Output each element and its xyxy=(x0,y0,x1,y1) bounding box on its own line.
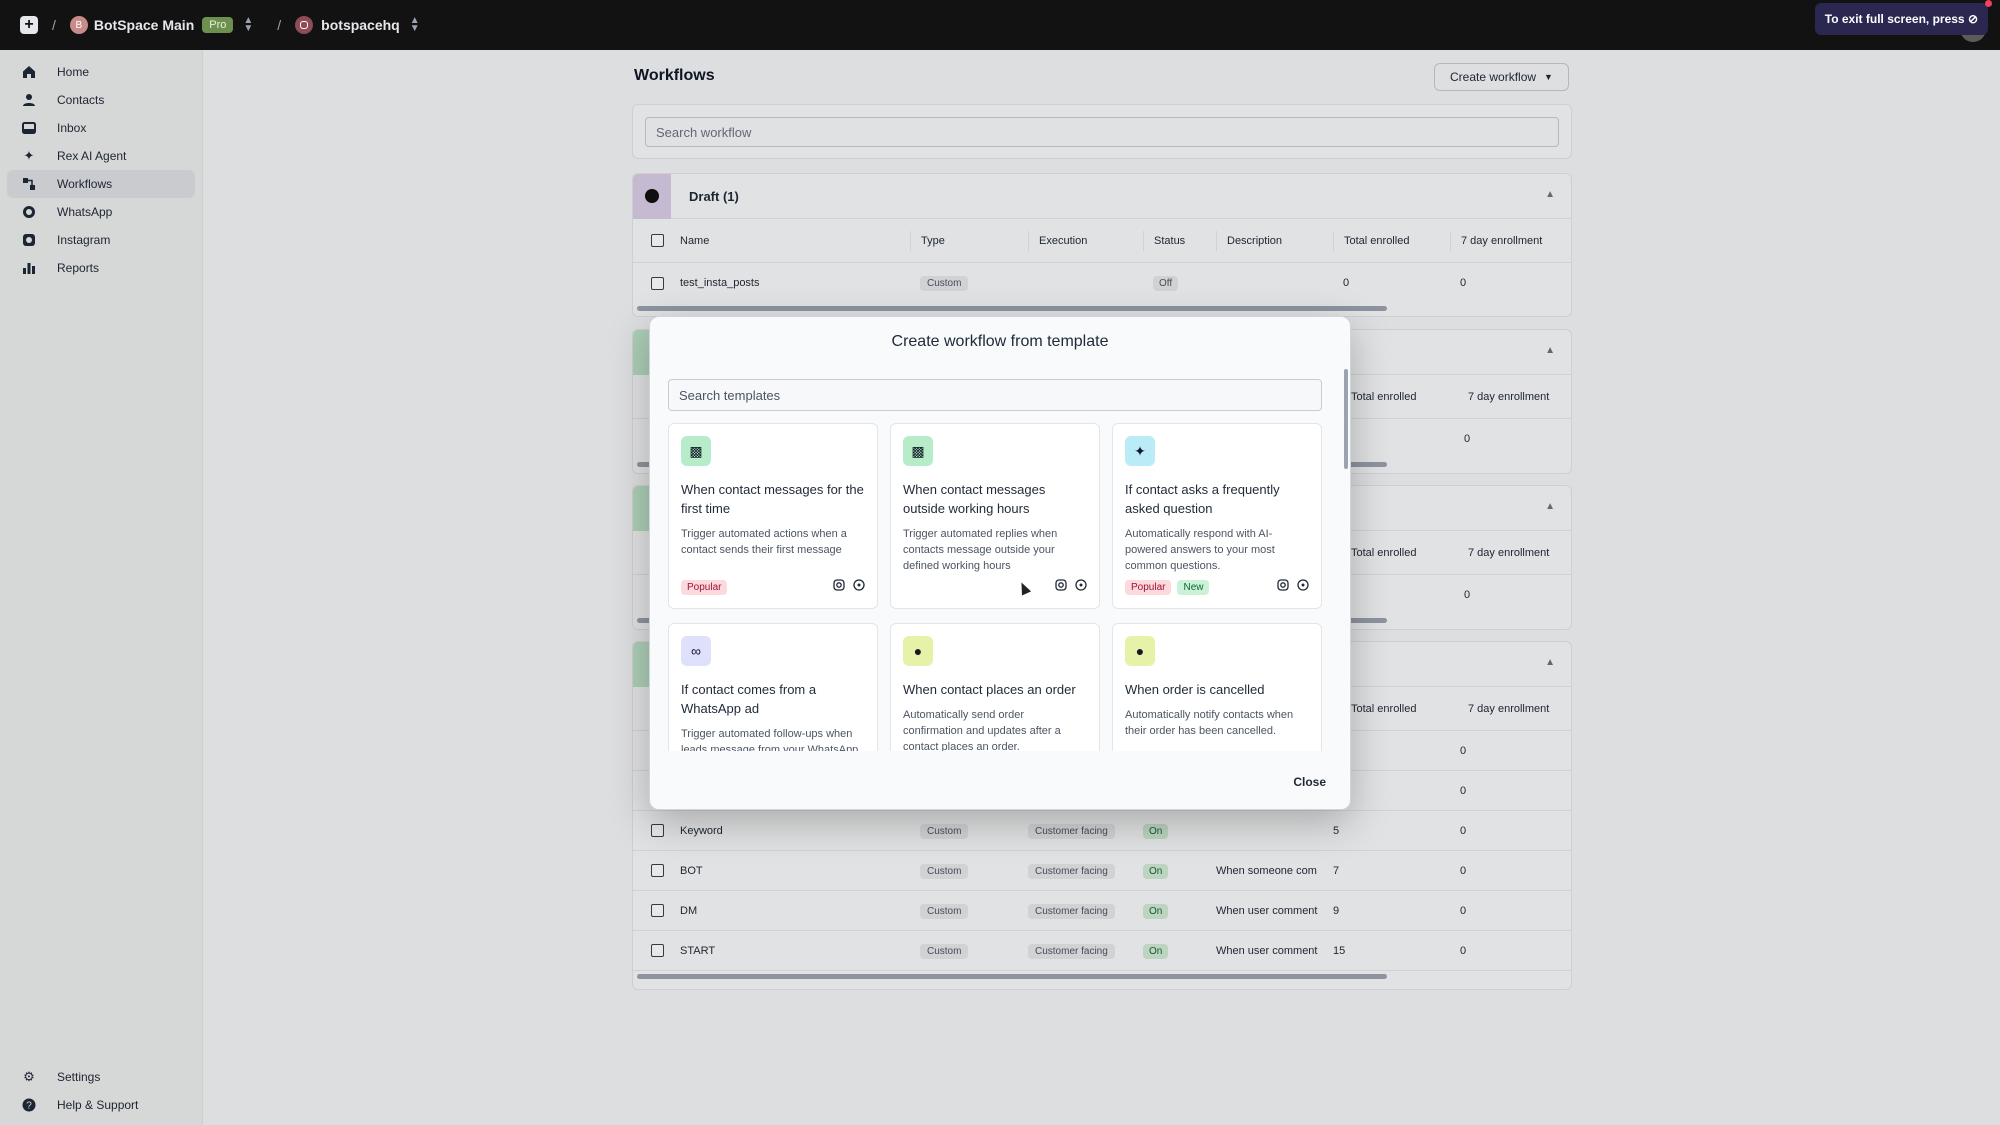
template-badge: Popular xyxy=(681,579,728,595)
template-title: When contact messages outside working ho… xyxy=(903,482,1046,516)
template-title: If contact asks a frequently asked quest… xyxy=(1125,482,1280,516)
whatsapp-icon xyxy=(1075,578,1087,596)
template-title: If contact comes from a WhatsApp ad xyxy=(681,682,817,716)
template-card[interactable]: ▩ When contact messages outside working h… xyxy=(890,423,1100,609)
template-card[interactable]: ∞ If contact comes from a WhatsApp ad Trig… xyxy=(668,623,878,751)
template-footer: Popular New xyxy=(1125,578,1309,596)
sparkle-icon: ✦ xyxy=(1125,436,1155,466)
template-card[interactable]: ● When contact places an order Automatical… xyxy=(890,623,1100,751)
template-card[interactable]: ▩ When contact messages for the first tim… xyxy=(668,423,878,609)
template-badge: Popular xyxy=(1125,579,1172,595)
template-grid: ▩ When contact messages for the first tim… xyxy=(668,423,1328,751)
instagram-account-avatar xyxy=(295,16,314,34)
shopify-icon: ● xyxy=(1125,636,1155,666)
channel-name[interactable]: botspacehq xyxy=(321,17,400,33)
template-description: Automatically send order confirmation an… xyxy=(903,709,1061,751)
notification-dot xyxy=(1985,0,1992,7)
instagram-icon xyxy=(1277,578,1289,596)
shopify-icon: ● xyxy=(903,636,933,666)
escape-key-icon: ⊘ xyxy=(1967,12,1978,26)
workspace-name[interactable]: BotSpace Main xyxy=(94,17,194,33)
workspace-switcher-icon[interactable]: ▲ ▼ xyxy=(243,16,253,34)
workspace-avatar: B xyxy=(69,16,88,34)
vertical-scrollbar[interactable] xyxy=(1344,369,1348,469)
template-badge: New xyxy=(1177,579,1210,595)
template-description: Trigger automated actions when a contact… xyxy=(681,528,847,556)
template-footer xyxy=(903,578,1087,596)
whatsapp-icon xyxy=(1297,578,1309,596)
template-title: When contact places an order xyxy=(903,682,1076,697)
breadcrumb-separator: / xyxy=(52,17,56,33)
template-card[interactable]: ● When order is cancelled Automatically no… xyxy=(1112,623,1322,751)
template-description: Automatically respond with AI-powered an… xyxy=(1125,528,1275,572)
top-bar: + / B BotSpace Main Pro ▲ ▼ / botspacehq … xyxy=(0,0,2000,50)
instagram-icon xyxy=(833,578,845,596)
fullscreen-hint-text: To exit full screen, press xyxy=(1824,12,1965,26)
close-button[interactable]: Close xyxy=(1293,775,1326,789)
template-modal: Create workflow from template Search tem… xyxy=(649,316,1351,810)
template-footer: Popular xyxy=(681,578,865,596)
meta-icon: ∞ xyxy=(681,636,711,666)
breadcrumb-separator: / xyxy=(277,17,282,33)
template-description: Automatically notify contacts when their… xyxy=(1125,709,1294,737)
instagram-icon xyxy=(1055,578,1067,596)
modal-title: Create workflow from template xyxy=(891,333,1109,350)
search-templates-input[interactable]: Search templates xyxy=(668,379,1322,411)
plan-badge: Pro xyxy=(202,17,234,33)
channel-switcher-icon[interactable]: ▲ ▼ xyxy=(410,16,420,34)
fullscreen-hint: To exit full screen, press ⊘ xyxy=(1814,3,1988,35)
template-title: When order is cancelled xyxy=(1125,682,1265,697)
message-icon: ▩ xyxy=(903,436,933,466)
template-card[interactable]: ✦ If contact asks a frequently asked ques… xyxy=(1112,423,1322,609)
template-description: Trigger automated replies when contacts … xyxy=(903,528,1058,572)
app-logo-icon[interactable]: + xyxy=(20,16,38,34)
template-title: When contact messages for the first time xyxy=(681,482,864,516)
template-description: Trigger automated follow-ups when leads … xyxy=(681,728,859,751)
whatsapp-icon xyxy=(853,578,865,596)
message-icon: ▩ xyxy=(681,436,711,466)
